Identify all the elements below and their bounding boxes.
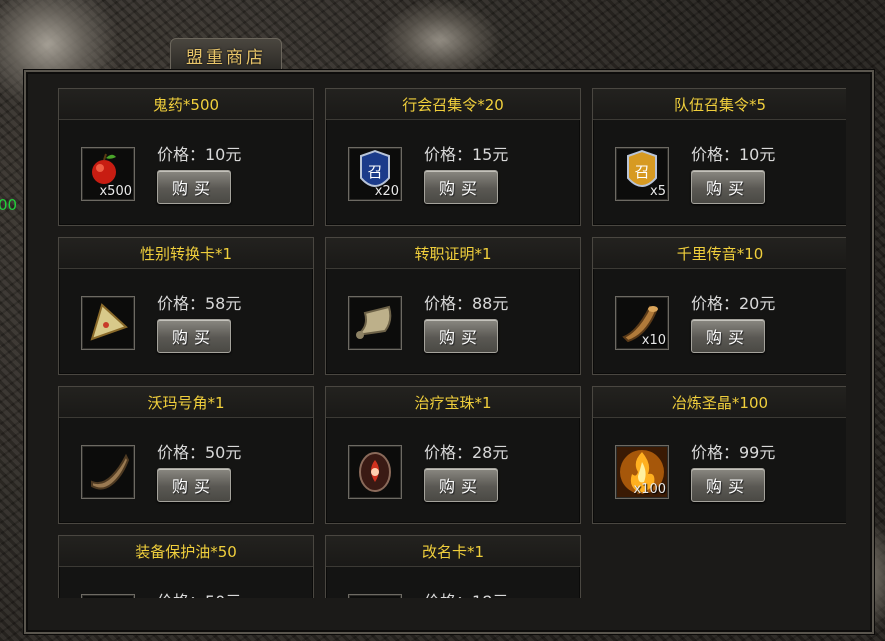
item-name: 千里传音*10 <box>593 238 846 269</box>
shop-item: 沃玛号角*1 价格：50元 购买 <box>58 386 314 524</box>
shop-title: 盟重商店 <box>186 47 266 68</box>
gender-card-icon <box>90 303 128 341</box>
buy-button[interactable]: 购买 <box>691 170 765 204</box>
item-slot[interactable] <box>81 594 135 598</box>
buy-button[interactable]: 购买 <box>424 170 498 204</box>
svg-text:召: 召 <box>634 163 649 181</box>
item-name: 鬼药*500 <box>59 89 313 120</box>
buy-button[interactable]: 购买 <box>157 468 231 502</box>
item-slot[interactable]: x500 <box>81 147 135 201</box>
item-price: 价格：58元 <box>157 294 242 313</box>
item-quantity: x20 <box>374 184 399 199</box>
buy-button[interactable]: 购买 <box>157 319 231 353</box>
item-slot[interactable]: x10 <box>615 296 669 350</box>
item-slot[interactable]: x100 <box>615 445 669 499</box>
buy-button[interactable]: 购买 <box>691 468 765 502</box>
item-slot[interactable] <box>81 296 135 350</box>
buy-button[interactable]: 购买 <box>157 170 231 204</box>
item-quantity: x100 <box>633 482 666 497</box>
shop-item: 转职证明*1 价格：88元 购买 <box>325 237 581 375</box>
item-name: 治疗宝珠*1 <box>326 387 580 418</box>
shop-item: 行会召集令*20 召 x20 价格：15元 购买 <box>325 88 581 226</box>
item-price: 价格：10元 <box>691 145 776 164</box>
item-price: 价格：10元 <box>157 145 242 164</box>
buy-button[interactable]: 购买 <box>424 468 498 502</box>
healing-orb-icon <box>359 452 391 492</box>
buy-button[interactable]: 购买 <box>424 319 498 353</box>
shop-item: 冶炼圣晶*100 x100 价格：99元 购买 <box>592 386 846 524</box>
item-quantity: x5 <box>650 184 666 199</box>
item-price: 价格：99元 <box>691 443 776 462</box>
svg-text:召: 召 <box>367 163 382 181</box>
woma-horn-icon <box>91 453 130 490</box>
item-price: 价格：18元 <box>424 588 508 598</box>
item-name: 行会召集令*20 <box>326 89 580 120</box>
item-slot[interactable] <box>81 445 135 499</box>
item-slot[interactable] <box>348 445 402 499</box>
item-name: 改名卡*1 <box>326 536 580 567</box>
item-price: 价格：20元 <box>691 294 776 313</box>
item-price: 价格：88元 <box>424 294 509 313</box>
shop-item: 鬼药*500 x500 价格：10元 购买 <box>58 88 314 226</box>
item-slot[interactable] <box>348 594 402 598</box>
buy-button[interactable]: 购买 <box>691 319 765 353</box>
side-counter: 00 <box>0 196 18 214</box>
item-quantity: x500 <box>99 184 132 199</box>
shop-title-tab: 盟重商店 <box>170 38 282 71</box>
item-price: 价格：15元 <box>424 145 509 164</box>
shop-item: 治疗宝珠*1 价格：28元 购买 <box>325 386 581 524</box>
item-grid: 鬼药*500 x500 价格：10元 购买 行会召集令*20 召 x20 价格：… <box>58 88 846 598</box>
item-slot[interactable]: 召 x20 <box>348 147 402 201</box>
item-price: 价格：50元 <box>157 443 242 462</box>
item-name: 装备保护油*50 <box>59 536 313 567</box>
item-price: 价格：50元 <box>157 588 241 598</box>
item-price: 价格：28元 <box>424 443 509 462</box>
item-slot[interactable] <box>348 296 402 350</box>
item-name: 队伍召集令*5 <box>593 89 846 120</box>
rename-card-icon <box>349 595 401 598</box>
shop-item: 改名卡*1 价格：18元 购买 <box>325 535 581 598</box>
item-name: 沃玛号角*1 <box>59 387 313 418</box>
dragon-ornament-top-icon <box>380 0 500 80</box>
shop-item: 千里传音*10 x10 价格：20元 购买 <box>592 237 846 375</box>
shop-item: 队伍召集令*5 召 x5 价格：10元 购买 <box>592 88 846 226</box>
item-name: 转职证明*1 <box>326 238 580 269</box>
scroll-icon <box>356 305 392 339</box>
item-name: 冶炼圣晶*100 <box>593 387 846 418</box>
shop-item: 装备保护油*50 价格：50元 购买 <box>58 535 314 598</box>
shop-item: 性别转换卡*1 价格：58元 购买 <box>58 237 314 375</box>
item-slot[interactable]: 召 x5 <box>615 147 669 201</box>
item-quantity: x10 <box>641 333 666 348</box>
oil-icon <box>82 595 134 598</box>
item-name: 性别转换卡*1 <box>59 238 313 269</box>
